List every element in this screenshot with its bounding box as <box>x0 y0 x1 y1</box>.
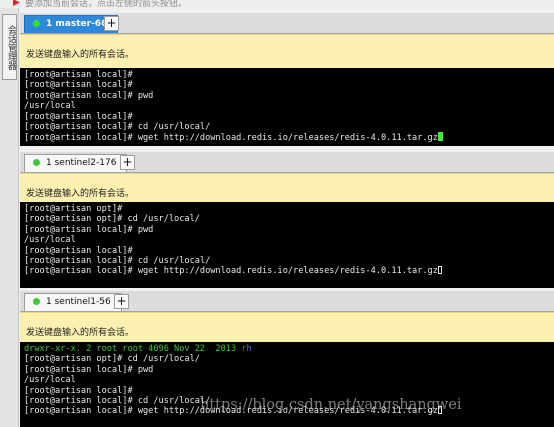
tab-bar: 1 sentinel2-176 + <box>20 152 554 173</box>
terminal-line: [root@artisan local]# pwd <box>24 90 154 101</box>
terminal-line: [root@artisan opt]# cd /usr/local/ <box>24 354 200 365</box>
terminal-line: [root@artisan local]# pwd <box>24 224 154 235</box>
terminal-line: [root@artisan local]# <box>24 385 133 396</box>
ls-dir-name: rh <box>241 344 252 354</box>
terminal-line: /usr/local <box>24 235 76 246</box>
add-tab-button[interactable]: + <box>104 16 119 31</box>
plus-icon: + <box>122 155 133 169</box>
terminal-line: [root@artisan local]# cd /usr/local/ <box>24 255 211 266</box>
status-dot-icon <box>33 298 40 305</box>
status-dot-icon <box>33 20 40 27</box>
terminal-cursor <box>437 266 442 275</box>
tab-label: 1 master-66 <box>46 19 108 29</box>
terminal-line: [root@artisan local]# <box>24 111 133 122</box>
plus-icon: + <box>116 294 127 308</box>
notice-text: 发送键盘输入的所有会话。 <box>26 189 135 199</box>
terminal-line: /usr/local <box>24 101 76 112</box>
terminal-pane-sentinel2: 1 sentinel2-176 + 发送键盘输入的所有会话。 [root@art… <box>20 152 554 288</box>
notice-text: 发送键盘输入的所有会话。 <box>26 328 135 338</box>
terminal-line: [root@artisan local]# pwd <box>24 364 154 375</box>
terminal-line: /usr/local <box>24 375 76 386</box>
terminal-pane-sentinel1: 1 sentinel1-56 + 发送键盘输入的所有会话。 drwxr-xr-x… <box>20 291 554 427</box>
terminal-output[interactable]: drwxr-xr-x. 2 root root 4096 Nov 22 2013… <box>20 342 554 427</box>
terminal-prompt-line: [root@artisan local]# wget http://downlo… <box>24 406 554 416</box>
terminal-line: [root@artisan local]# <box>24 70 133 80</box>
terminal-command: [root@artisan local]# wget http://downlo… <box>24 133 438 144</box>
terminal-prompt-line: [root@artisan local]# wget http://downlo… <box>24 266 554 276</box>
add-tab-button[interactable]: + <box>114 294 129 309</box>
terminal-prompt-line: [root@artisan local]# wget http://downlo… <box>24 132 554 144</box>
tab-sentinel1-56[interactable]: 1 sentinel1-56 <box>24 293 122 311</box>
add-tab-button[interactable]: + <box>120 155 135 170</box>
ls-entry: drwxr-xr-x. 2 root root 4096 Nov 22 2013 <box>24 344 242 354</box>
terminal-cursor <box>437 406 442 415</box>
terminal-line: [root@artisan opt]# cd /usr/local/ <box>24 214 200 225</box>
session-hint-bar: 要添加当前会话，点击左侧的箭头按钮。 <box>0 0 554 9</box>
terminal-output[interactable]: [root@artisan local]# [root@artisan loca… <box>20 68 554 146</box>
session-hint-text: 要添加当前会话，点击左侧的箭头按钮。 <box>25 0 188 9</box>
terminal-line: [root@artisan local]# <box>24 80 133 91</box>
terminal-pane-master: 1 master-66 + 发送键盘输入的所有会话。 [root@artisan… <box>20 13 554 146</box>
tab-label: 1 sentinel1-56 <box>46 297 111 307</box>
terminal-ls-line: drwxr-xr-x. 2 root root 4096 Nov 22 2013… <box>24 344 554 354</box>
session-manager-tab[interactable]: 会话管理器 <box>2 14 17 80</box>
terminal-line: [root@artisan local]# <box>24 245 133 256</box>
terminal-line: [root@artisan opt]# <box>24 204 123 214</box>
tab-sentinel2-176[interactable]: 1 sentinel2-176 <box>24 154 128 172</box>
tab-label: 1 sentinel2-176 <box>46 158 117 168</box>
arrow-icon[interactable] <box>12 0 21 7</box>
terminal-output[interactable]: [root@artisan opt]# [root@artisan opt]# … <box>20 202 554 288</box>
send-all-notice: 发送键盘输入的所有会话。 <box>20 34 554 69</box>
notice-text: 发送键盘输入的所有会话。 <box>26 50 135 60</box>
tab-bar: 1 master-66 + <box>20 13 554 34</box>
tab-bar: 1 sentinel1-56 + <box>20 291 554 312</box>
session-manager-strip: 会话管理器 <box>0 8 19 427</box>
terminal-line: [root@artisan local]# cd /usr/local/ <box>24 395 211 406</box>
status-dot-icon <box>33 159 40 166</box>
plus-icon: + <box>106 16 117 30</box>
terminal-command: [root@artisan local]# wget http://downlo… <box>24 406 438 417</box>
terminal-line: [root@artisan local]# cd /usr/local/ <box>24 121 211 132</box>
terminal-command: [root@artisan local]# wget http://downlo… <box>24 266 438 277</box>
terminal-cursor <box>437 132 443 142</box>
